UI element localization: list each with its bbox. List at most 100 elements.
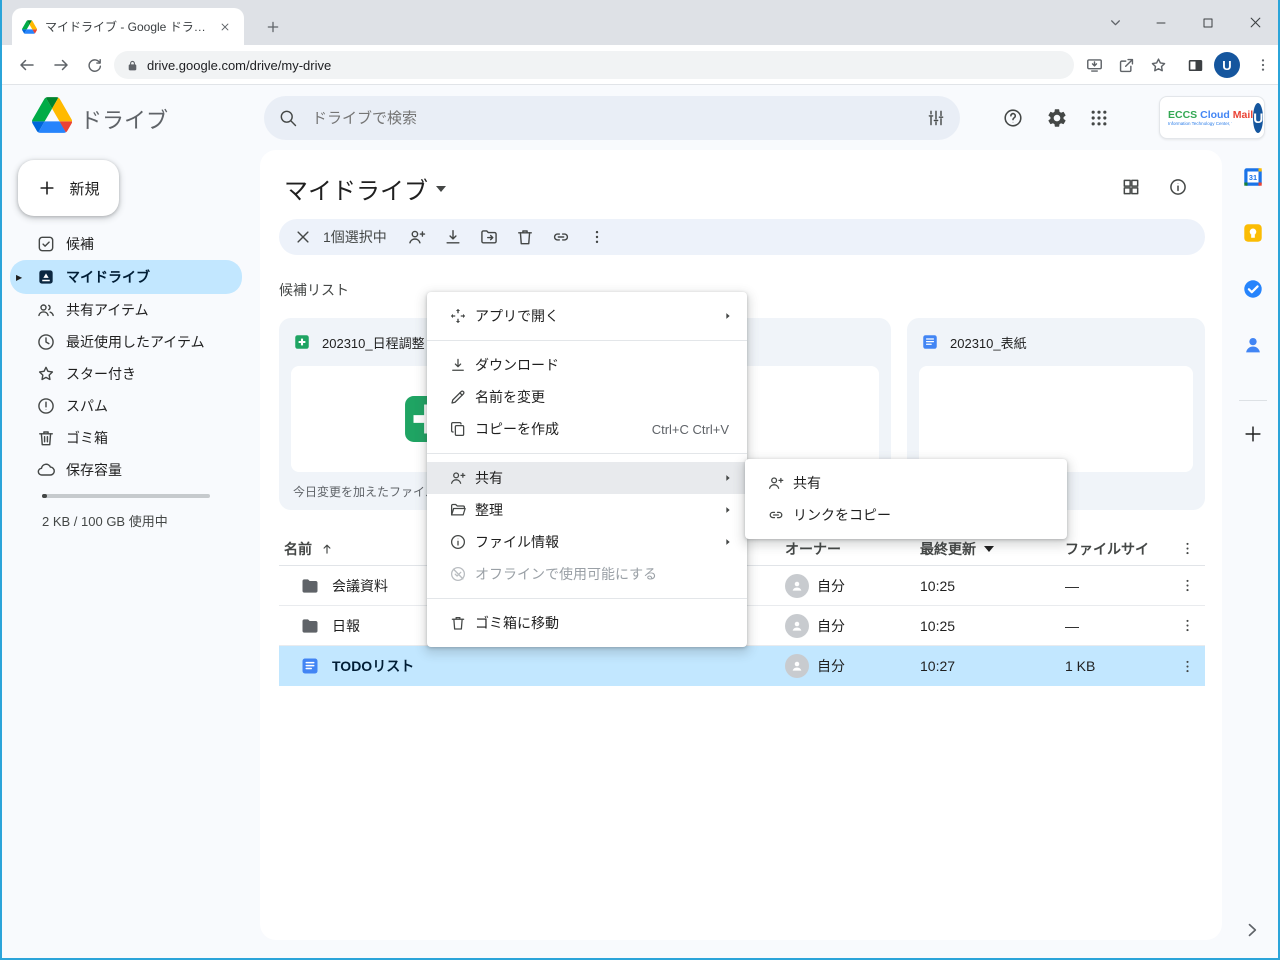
help-icon[interactable] bbox=[1001, 106, 1025, 130]
sidebar-item-starred[interactable]: スター付き bbox=[10, 358, 242, 390]
search-input[interactable] bbox=[310, 109, 914, 128]
card-title: 202310_表紙 bbox=[950, 333, 1027, 352]
side-panel-icon[interactable] bbox=[1182, 52, 1208, 78]
tab-close-icon[interactable] bbox=[216, 18, 234, 36]
add-app-icon[interactable] bbox=[1242, 423, 1264, 445]
drive-profile-avatar[interactable]: U bbox=[1253, 103, 1263, 133]
url-text: drive.google.com/drive/my-drive bbox=[147, 58, 331, 73]
size-cell: — bbox=[1065, 606, 1079, 645]
menu-item-offline: オフラインで使用可能にする bbox=[427, 558, 747, 590]
menu-item-organize[interactable]: 整理 bbox=[427, 494, 747, 526]
sort-ascending-icon bbox=[320, 542, 334, 556]
search-options-icon[interactable] bbox=[926, 108, 946, 128]
toolbar-more-icon[interactable] bbox=[579, 221, 615, 253]
new-tab-button[interactable] bbox=[260, 14, 286, 40]
toolbar-trash-icon[interactable] bbox=[507, 221, 543, 253]
share-page-icon[interactable] bbox=[1113, 52, 1139, 78]
toolbar-move-icon[interactable] bbox=[471, 221, 507, 253]
column-header-size[interactable]: ファイルサイ bbox=[1065, 532, 1149, 565]
browser-menu-icon[interactable] bbox=[1250, 52, 1276, 78]
column-settings-icon[interactable] bbox=[1173, 532, 1201, 565]
docs-file-icon bbox=[300, 646, 320, 686]
selection-count-label: 1個選択中 bbox=[323, 227, 387, 247]
modified-cell: 10:25 bbox=[920, 566, 955, 605]
sidebar-item-shared[interactable]: 共有アイテム bbox=[10, 294, 242, 326]
search-bar[interactable] bbox=[264, 96, 960, 140]
browser-profile-avatar[interactable]: U bbox=[1214, 52, 1240, 78]
eccs-logo-subtext: Information Technology Center, The Unive… bbox=[1168, 121, 1232, 126]
title-dropdown-icon[interactable] bbox=[436, 186, 446, 192]
drive-favicon-icon bbox=[22, 20, 37, 34]
row-more-icon[interactable] bbox=[1173, 606, 1201, 645]
shortcut-label: Ctrl+C Ctrl+V bbox=[652, 422, 729, 437]
row-more-icon[interactable] bbox=[1173, 646, 1201, 686]
svg-text:31: 31 bbox=[1249, 173, 1257, 182]
file-name: TODOリスト bbox=[332, 646, 414, 686]
expand-arrow-icon[interactable]: ▶ bbox=[16, 273, 22, 282]
spam-icon bbox=[36, 396, 56, 416]
window-close-button[interactable] bbox=[1232, 0, 1278, 45]
toolbar-download-icon[interactable] bbox=[435, 221, 471, 253]
menu-item-share[interactable]: 共有 bbox=[427, 462, 747, 494]
toolbar-share-icon[interactable] bbox=[399, 221, 435, 253]
calendar-app-icon[interactable]: 31 bbox=[1242, 166, 1264, 188]
trash-icon bbox=[36, 428, 56, 448]
tab-search-icon[interactable] bbox=[1092, 0, 1138, 45]
clear-selection-icon[interactable] bbox=[285, 221, 321, 253]
apps-grid-icon[interactable] bbox=[1087, 106, 1111, 130]
table-row-selected[interactable]: TODOリスト 自分 10:27 1 KB bbox=[279, 646, 1205, 686]
modified-cell: 10:27 bbox=[920, 646, 955, 686]
bookmark-star-icon[interactable] bbox=[1145, 52, 1171, 78]
search-icon[interactable] bbox=[278, 108, 298, 128]
submenu-item-share[interactable]: 共有 bbox=[745, 467, 1067, 499]
owner-cell: 自分 bbox=[785, 566, 845, 605]
storage-usage-text: 2 KB / 100 GB 使用中 bbox=[42, 511, 168, 530]
details-info-icon[interactable] bbox=[1166, 175, 1190, 199]
owner-avatar bbox=[785, 654, 809, 678]
docs-file-icon bbox=[921, 333, 939, 351]
sidebar-item-spam[interactable]: スパム bbox=[10, 390, 242, 422]
sidebar-item-recent[interactable]: 最近使用したアイテム bbox=[10, 326, 242, 358]
keep-app-icon[interactable] bbox=[1242, 222, 1264, 244]
menu-item-open-with[interactable]: アプリで開く bbox=[427, 300, 747, 332]
browser-window: マイドライブ - Google ドライブ bbox=[0, 0, 1280, 960]
drive-logo[interactable] bbox=[32, 97, 72, 133]
menu-item-make-copy[interactable]: コピーを作成 Ctrl+C Ctrl+V bbox=[427, 413, 747, 445]
tasks-app-icon[interactable] bbox=[1242, 278, 1264, 300]
submenu-item-copy-link[interactable]: リンクをコピー bbox=[745, 499, 1067, 531]
menu-item-download[interactable]: ダウンロード bbox=[427, 349, 747, 381]
menu-item-file-info[interactable]: ファイル情報 bbox=[427, 526, 747, 558]
menu-item-move-to-trash[interactable]: ゴミ箱に移動 bbox=[427, 607, 747, 639]
my-drive-icon bbox=[36, 267, 56, 287]
window-maximize-button[interactable] bbox=[1185, 0, 1231, 45]
settings-gear-icon[interactable] bbox=[1045, 106, 1069, 130]
rename-pencil-icon bbox=[449, 388, 467, 406]
reload-icon[interactable] bbox=[81, 52, 107, 78]
link-icon bbox=[767, 506, 785, 524]
row-more-icon[interactable] bbox=[1173, 566, 1201, 605]
toolbar-link-icon[interactable] bbox=[543, 221, 579, 253]
column-header-name[interactable]: 名前 bbox=[284, 532, 334, 565]
menu-item-rename[interactable]: 名前を変更 bbox=[427, 381, 747, 413]
sidebar-item-storage[interactable]: 保存容量 bbox=[10, 454, 242, 486]
url-bar[interactable]: drive.google.com/drive/my-drive bbox=[114, 51, 1074, 79]
account-box[interactable]: ECCS Cloud Mail Information Technology C… bbox=[1159, 96, 1265, 139]
folder-open-icon bbox=[449, 501, 467, 519]
cloud-icon bbox=[36, 460, 56, 480]
forward-icon[interactable] bbox=[48, 52, 74, 78]
contacts-app-icon[interactable] bbox=[1242, 334, 1264, 356]
new-button[interactable]: 新規 bbox=[18, 160, 119, 216]
expand-side-panel-icon[interactable] bbox=[1242, 920, 1264, 942]
drive-app-name: ドライブ bbox=[80, 103, 168, 135]
sidebar-item-trash[interactable]: ゴミ箱 bbox=[10, 422, 242, 454]
browser-tab[interactable]: マイドライブ - Google ドライブ bbox=[12, 8, 244, 45]
grid-view-icon[interactable] bbox=[1119, 175, 1143, 199]
sidebar-nav: 候補 ▶ マイドライブ 共有アイテム 最近使用したアイテム スター付き スパム … bbox=[10, 228, 242, 486]
page-title[interactable]: マイドライブ bbox=[284, 171, 446, 206]
sidebar-item-suggested[interactable]: 候補 bbox=[10, 228, 242, 260]
menu-divider bbox=[427, 598, 747, 599]
back-icon[interactable] bbox=[14, 52, 40, 78]
install-app-icon[interactable] bbox=[1081, 52, 1107, 78]
sidebar-item-my-drive[interactable]: ▶ マイドライブ bbox=[10, 260, 242, 294]
window-minimize-button[interactable] bbox=[1138, 0, 1184, 45]
